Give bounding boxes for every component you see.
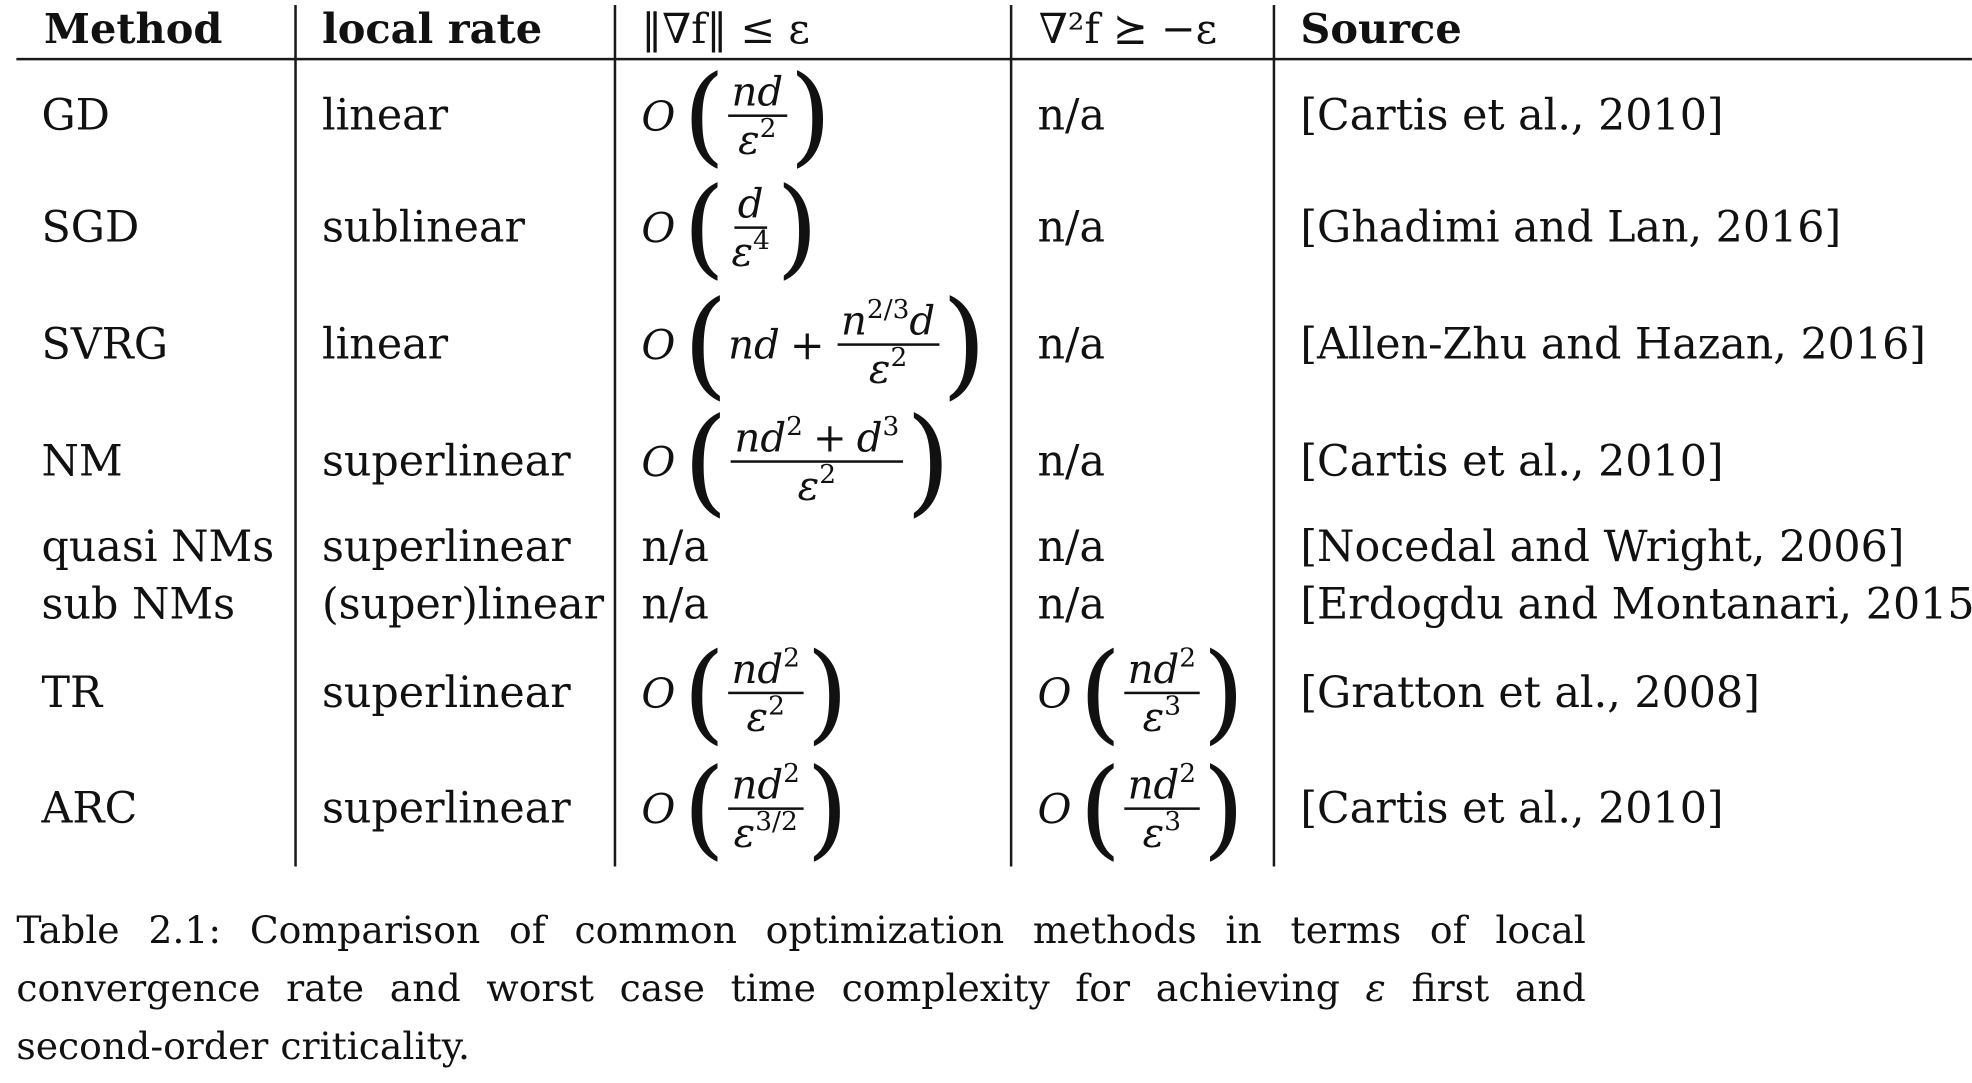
- row-arc-grad-complexity: O ( nd2 ε3/2 ): [641, 745, 849, 872]
- row-sub-nms-source: [Erdogdu and Montanari, 2015]: [1300, 579, 1972, 631]
- row-quasi-nms-source: [Nocedal and Wright, 2006]: [1300, 521, 1905, 573]
- left-paren: (: [682, 52, 726, 179]
- row-nm-hess: n/a: [1037, 436, 1105, 487]
- row-sgd-grad-complexity: O ( d ε4 ): [641, 164, 819, 291]
- row-arc-rate: superlinear: [321, 783, 571, 834]
- column-rule-3: [1009, 5, 1013, 867]
- header-method: Method: [44, 3, 223, 53]
- row-svrg-method: SVRG: [41, 319, 169, 370]
- caption-epsilon: ε: [1365, 967, 1386, 1012]
- row-quasi-nms-grad: n/a: [641, 521, 709, 573]
- row-gd-grad-complexity: O ( nd ε2 ): [641, 62, 831, 170]
- header-source: Source: [1300, 3, 1462, 53]
- row-sgd-source: [Ghadimi and Lan, 2016]: [1300, 202, 1842, 253]
- column-rule-4: [1272, 5, 1276, 867]
- row-sub-nms-grad: n/a: [641, 579, 709, 631]
- row-gd-hess: n/a: [1037, 90, 1105, 141]
- row-tr-rate: superlinear: [321, 667, 571, 719]
- big-o: O: [641, 91, 676, 141]
- row-sub-nms-method: sub NMs: [41, 579, 236, 631]
- column-rule-2: [613, 5, 617, 867]
- row-nm-method: NM: [41, 436, 123, 487]
- row-nm-rate: superlinear: [321, 436, 571, 487]
- row-nm-source: [Cartis et al., 2010]: [1300, 436, 1724, 487]
- row-quasi-nms-hess: n/a: [1037, 521, 1105, 573]
- row-sub-nms-hess: n/a: [1037, 579, 1105, 631]
- row-arc-hess-complexity: O ( nd2 ε3 ): [1037, 745, 1245, 872]
- fraction: nd ε2: [727, 69, 787, 162]
- row-gd-source: [Cartis et al., 2010]: [1300, 90, 1724, 141]
- row-tr-method: TR: [41, 667, 103, 719]
- header-local-rate: local rate: [321, 3, 543, 53]
- header-hessian-criterion: ∇²f ⪰ −ε: [1038, 3, 1218, 53]
- row-arc-method: ARC: [41, 783, 138, 834]
- row-svrg-source: [Allen-Zhu and Hazan, 2016]: [1300, 319, 1926, 370]
- row-tr-source: [Gratton et al., 2008]: [1300, 667, 1760, 719]
- row-nm-grad-complexity: O ( nd2 + d3 ε2 ): [641, 393, 951, 529]
- row-arc-source: [Cartis et al., 2010]: [1300, 783, 1724, 834]
- caption-text-before: Table 2.1: Comparison of common optimiza…: [16, 909, 1586, 1012]
- row-svrg-hess: n/a: [1037, 319, 1105, 370]
- row-sgd-hess: n/a: [1037, 202, 1105, 253]
- row-gd-rate: linear: [321, 90, 449, 141]
- column-rule-1: [294, 5, 297, 867]
- row-gd-method: GD: [41, 90, 110, 141]
- table-caption: Table 2.1: Comparison of common optimiza…: [16, 903, 1585, 1077]
- header-rule: [16, 57, 1972, 61]
- header-gradient-criterion: ‖∇f‖ ≤ ε: [641, 3, 810, 53]
- row-quasi-nms-rate: superlinear: [321, 521, 571, 573]
- row-tr-hess-complexity: O ( nd2 ε3 ): [1037, 630, 1245, 756]
- right-paren: ): [789, 52, 832, 179]
- row-quasi-nms-method: quasi NMs: [41, 521, 275, 573]
- row-tr-grad-complexity: O ( nd2 ε2 ): [641, 630, 849, 756]
- row-sgd-rate: sublinear: [321, 202, 525, 253]
- row-sgd-method: SGD: [41, 202, 140, 253]
- row-sub-nms-rate: (super)linear: [321, 579, 605, 631]
- table-figure: Method local rate ‖∇f‖ ≤ ε ∇²f ⪰ −ε Sour…: [0, 0, 1972, 1082]
- row-svrg-rate: linear: [321, 319, 449, 370]
- row-svrg-grad-complexity: O ( nd + n2/3d ε2 ): [641, 276, 987, 412]
